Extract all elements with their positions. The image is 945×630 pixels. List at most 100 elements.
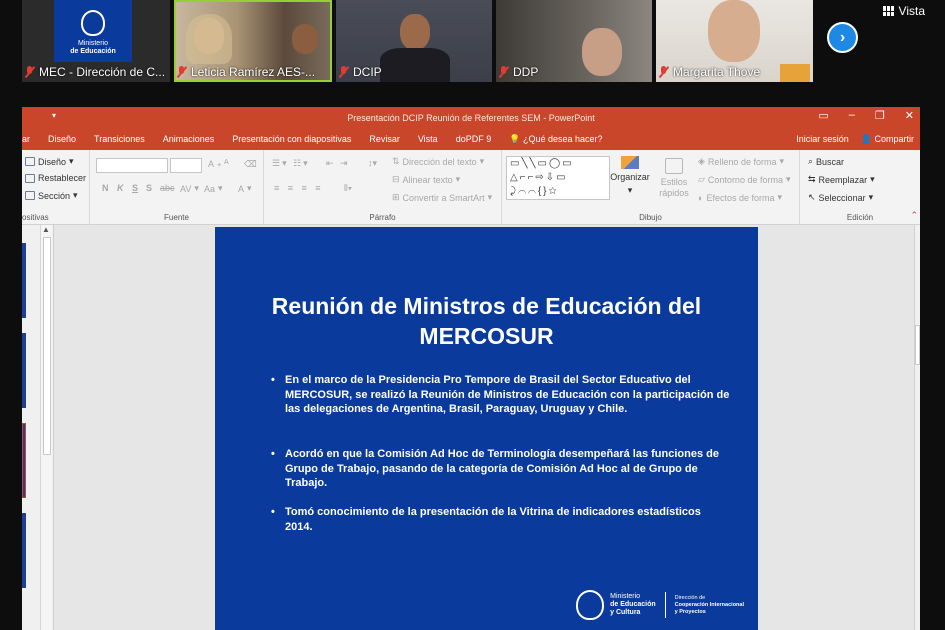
clear-format-icon[interactable]: ⌫ xyxy=(244,159,257,170)
shrink-font-button[interactable]: A xyxy=(224,159,229,166)
align-text-button[interactable]: ⊟ Alinear texto ▾ xyxy=(392,174,460,185)
muted-mic-icon xyxy=(338,66,349,78)
view-label: Vista xyxy=(898,4,925,18)
font-size-field[interactable] xyxy=(170,158,202,173)
video-tile-margarita[interactable]: Margarita Thove xyxy=(656,0,813,82)
scrollbar-thumb[interactable] xyxy=(43,237,51,455)
bold-button[interactable]: N xyxy=(102,183,109,193)
title-bar: ▾ Presentación DCIP Reunión de Referente… xyxy=(22,107,920,128)
change-case-button[interactable]: Aa ▾ xyxy=(204,183,223,194)
ribbon-display-icon[interactable]: ▭ xyxy=(818,109,828,122)
tab-transitions[interactable]: Transiciones xyxy=(85,134,154,144)
indent-buttons[interactable]: ⇤ ⇥ xyxy=(326,158,350,169)
view-button[interactable]: Vista xyxy=(882,4,925,18)
find-button[interactable]: ⌕ Buscar xyxy=(808,156,844,167)
slide-title[interactable]: Reunión de Ministros de Educación del ME… xyxy=(215,291,758,351)
smartart-button[interactable]: ⊞ Convertir a SmartArt ▾ xyxy=(392,192,492,203)
text-direction-label: Dirección del texto xyxy=(402,156,477,167)
video-tile-ddp[interactable]: DDP xyxy=(496,0,652,82)
align-text-label: Alinear texto xyxy=(402,174,453,185)
fill-icon: ◈ xyxy=(698,156,705,166)
columns-button[interactable]: ⫴▾ xyxy=(344,183,352,194)
section-button[interactable]: Sección ▾ xyxy=(25,190,78,201)
shape-outline-button[interactable]: ▱ Contorno de forma ▾ xyxy=(698,174,791,185)
sign-in-link[interactable]: Iniciar sesión xyxy=(796,134,849,144)
replace-label: Reemplazar xyxy=(818,174,868,185)
editor-scrollbar[interactable] xyxy=(914,225,920,630)
arrange-button[interactable]: Organizar ▾ xyxy=(610,156,650,196)
layout-icon xyxy=(25,157,35,166)
slide-thumbnail[interactable] xyxy=(22,513,26,588)
tab-home[interactable]: ar xyxy=(22,134,39,144)
spacing-button[interactable]: AV ▾ xyxy=(180,183,199,194)
tab-view[interactable]: Vista xyxy=(409,134,447,144)
italic-button[interactable]: K xyxy=(117,183,124,193)
tell-me-label: ¿Qué desea hacer? xyxy=(522,133,603,144)
video-tile-dcip[interactable]: DCIP xyxy=(336,0,492,82)
bullet-item: Acordó en que la Comisión Ad Hoc de Term… xyxy=(271,447,731,491)
tab-design[interactable]: Diseño xyxy=(39,134,85,144)
shapes-gallery[interactable]: ▭╲╲▭◯▭ △⌐⌐⇨⇩▭ ⤸⌒⌒{}☆ xyxy=(506,156,610,200)
shapes-icons: ▭╲╲▭◯▭ △⌐⌐⇨⇩▭ ⤸⌒⌒{}☆ xyxy=(510,158,574,197)
participant-body xyxy=(380,48,450,82)
shape-fill-button[interactable]: ◈ Relleno de forma ▾ xyxy=(698,156,784,167)
select-button[interactable]: ↖ Seleccionar ▾ xyxy=(808,192,873,203)
close-icon[interactable]: ✕ xyxy=(905,109,914,122)
collapse-ribbon-icon[interactable]: ⌃ xyxy=(910,210,918,221)
tell-me-search[interactable]: 💡 ¿Qué desea hacer? xyxy=(500,134,611,145)
next-page-button[interactable]: › xyxy=(827,22,858,53)
powerpoint-window: ▾ Presentación DCIP Reunión de Referente… xyxy=(22,107,920,630)
quick-access-icon[interactable]: ▾ xyxy=(52,111,56,120)
tab-dopdf[interactable]: doPDF 9 xyxy=(447,134,501,144)
work-area: ▲ Reunión de Ministros de Educación del … xyxy=(22,225,920,630)
slide-thumbnail[interactable] xyxy=(22,243,26,318)
shape-effects-button[interactable]: ◐ Efectos de forma ▾ xyxy=(698,192,782,203)
video-tile-mec[interactable]: Ministerio de Educación MEC - Dirección … xyxy=(22,0,170,82)
effects-icon: ◐ xyxy=(698,192,704,203)
thumbnails-scrollbar[interactable]: ▲ xyxy=(40,225,52,630)
minimize-icon[interactable]: – xyxy=(849,109,855,122)
search-icon: ⌕ xyxy=(808,156,814,166)
line-spacing-button[interactable]: ↕▾ xyxy=(368,158,377,169)
group-label-editing: Edición xyxy=(846,213,874,222)
underline-button[interactable]: S xyxy=(132,183,138,193)
tab-animations[interactable]: Animaciones xyxy=(154,134,224,144)
strikethrough-button[interactable]: abc xyxy=(160,183,175,193)
font-name-field[interactable] xyxy=(96,158,168,173)
replace-button[interactable]: ⇆ Reemplazar ▾ xyxy=(808,174,875,185)
section-label: Sección xyxy=(38,190,71,201)
logo-line2: de Educación xyxy=(70,48,116,55)
outline-icon: ▱ xyxy=(698,174,705,184)
slide-canvas[interactable]: Reunión de Ministros de Educación del ME… xyxy=(215,227,758,630)
font-color-button[interactable]: A ▾ xyxy=(238,183,252,194)
quick-styles-button[interactable]: Estilos rápidos xyxy=(654,156,694,200)
meeting-window: Ministerio de Educación MEC - Dirección … xyxy=(0,0,945,630)
grid-icon xyxy=(882,6,894,16)
shadow-button[interactable]: S xyxy=(146,183,152,193)
grow-font-button[interactable]: A + xyxy=(208,159,221,169)
slide-thumbnail[interactable] xyxy=(22,333,26,408)
scroll-up-icon[interactable]: ▲ xyxy=(42,225,50,234)
restore-icon[interactable]: ❐ xyxy=(875,109,885,122)
tab-slideshow[interactable]: Presentación con diapositivas xyxy=(223,134,360,144)
quick-styles-label: Estilos rápidos xyxy=(659,176,689,198)
text-direction-button[interactable]: ⇅ Dirección del texto ▾ xyxy=(392,156,484,167)
reset-button[interactable]: Restablecer xyxy=(25,173,86,183)
participant-name: Leticia Ramírez AES-... xyxy=(191,65,316,79)
bullets-button[interactable]: ☰▾ ☷▾ xyxy=(272,158,310,169)
muted-mic-icon xyxy=(498,66,509,78)
share-button[interactable]: 👤 Compartir xyxy=(861,134,914,145)
slide-thumbnail-current[interactable] xyxy=(22,423,26,498)
scrollbar-thumb[interactable] xyxy=(915,325,920,365)
alignment-buttons[interactable]: ≡ ≡ ≡ ≡ xyxy=(274,183,324,193)
video-tile-leticia[interactable]: Leticia Ramírez AES-... xyxy=(174,0,332,82)
font-color-icon: A xyxy=(238,183,245,194)
participant-name: DDP xyxy=(513,65,539,79)
participant-face xyxy=(400,14,430,50)
logo-text: y Proyectos xyxy=(674,608,706,615)
tab-review[interactable]: Revisar xyxy=(360,134,409,144)
logo-divider xyxy=(664,592,666,618)
shape-outline-label: Contorno de forma xyxy=(707,174,783,185)
layout-button[interactable]: Diseño ▾ xyxy=(25,156,74,167)
slide-thumbnails-pane[interactable]: ▲ xyxy=(22,225,54,630)
